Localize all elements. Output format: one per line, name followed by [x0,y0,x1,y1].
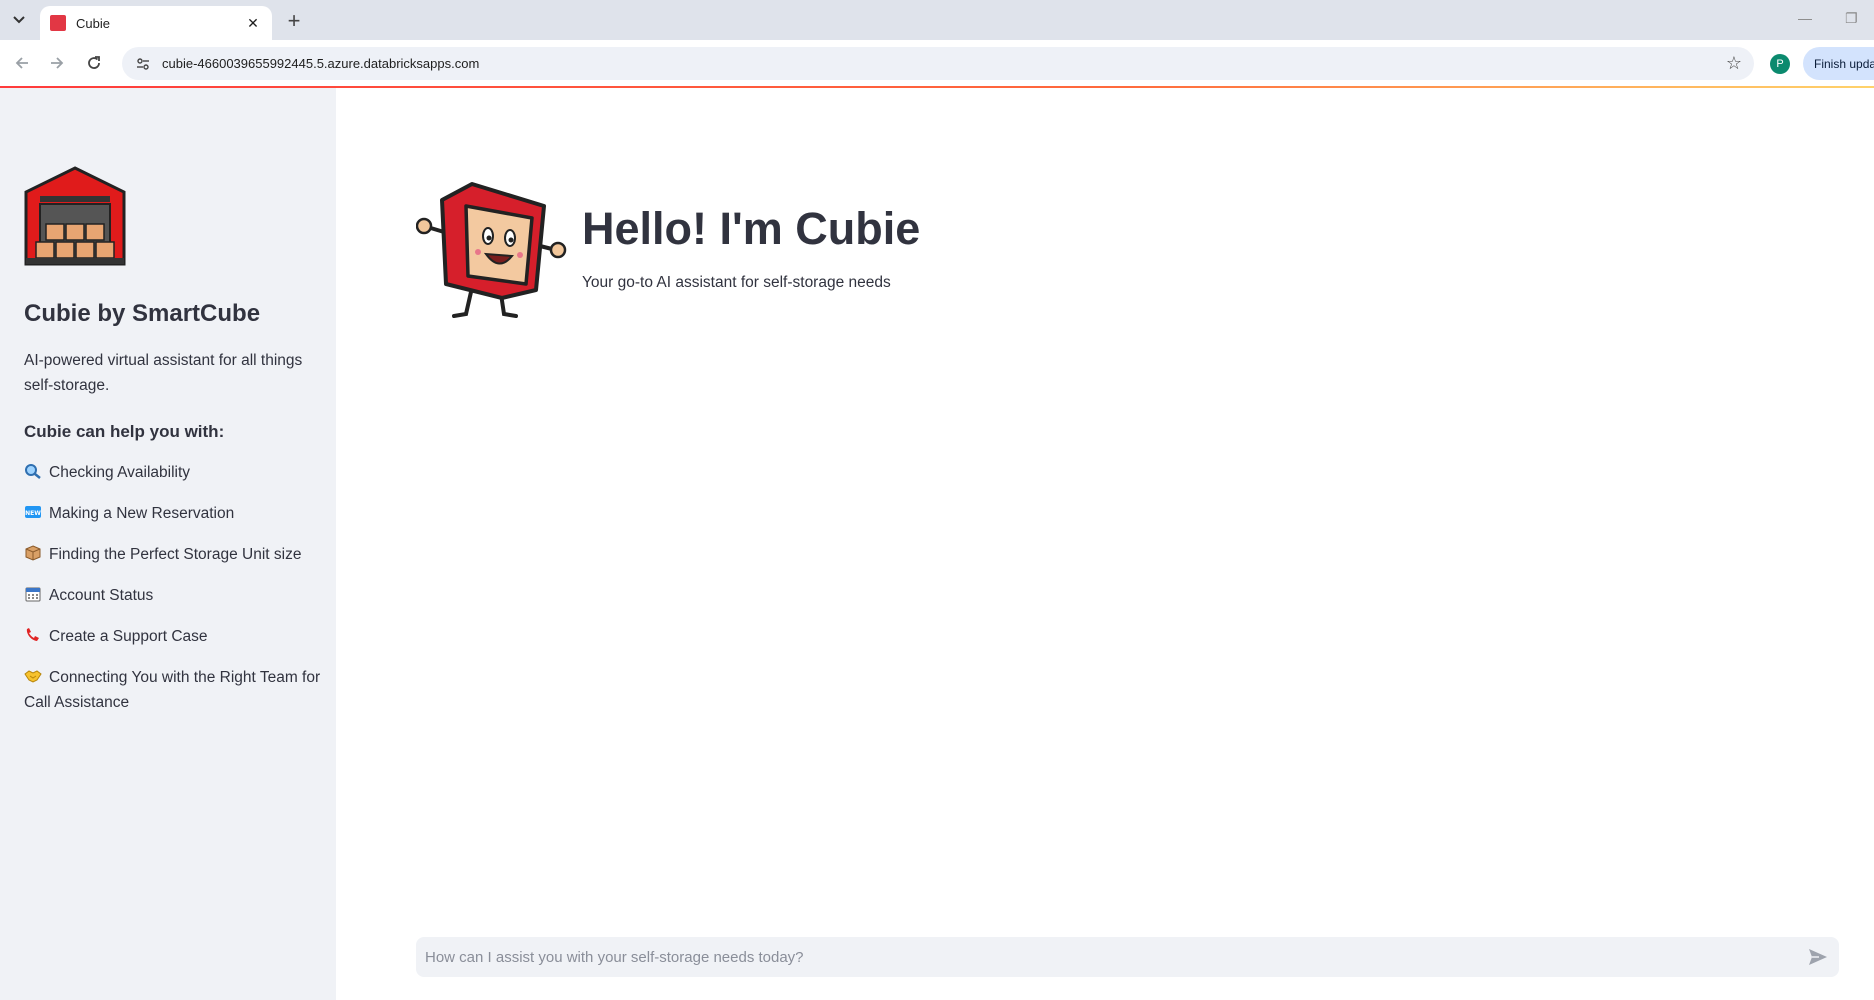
page-title: Hello! I'm Cubie [582,203,921,254]
chat-input[interactable] [425,948,1795,966]
capability-label: Making a New Reservation [49,505,235,522]
forward-button[interactable] [46,52,68,74]
close-tab-icon[interactable]: ✕ [244,15,262,32]
capability-label: Finding the Perfect Storage Unit size [49,546,302,563]
reload-icon [88,56,100,69]
arrow-right-icon [51,57,64,69]
capability-item-availability: Checking Availability [24,460,324,485]
capability-item-reservation: NEW Making a New Reservation [24,501,324,526]
site-info-icon[interactable] [134,55,152,73]
profile-avatar[interactable]: P [1770,54,1790,74]
arrow-left-icon [15,57,28,69]
tab-search-button[interactable] [6,8,32,32]
reload-button[interactable] [83,52,105,74]
chevron-down-icon [13,16,25,24]
capability-label: Checking Availability [49,464,191,481]
phone-icon [26,628,39,641]
calendar-icon [25,587,41,602]
browser-tab[interactable]: Cubie ✕ [40,6,272,40]
svg-text:NEW: NEW [25,510,41,517]
sidebar-title: Cubie by SmartCube [24,300,261,327]
tab-title: Cubie [76,15,110,31]
page-subtitle: Your go-to AI assistant for self-storage… [582,274,891,291]
address-bar[interactable]: cubie-4660039655992445.5.azure.databrick… [122,47,1754,80]
sidebar-description: AI-powered virtual assistant for all thi… [24,352,303,394]
warehouse-logo-icon [24,166,126,266]
cubie-mascot-icon [416,182,567,318]
send-icon[interactable] [1807,947,1829,967]
capability-item-account-status: Account Status [24,583,324,608]
browser-tab-strip: Cubie ✕ + — ❐ [0,0,1874,40]
chat-input-container [416,937,1839,977]
capability-label: Connecting You with the Right Team for C… [24,669,321,711]
main-content: Hello! I'm Cubie Your go-to AI assistant… [336,88,1874,1000]
capability-label: Create a Support Case [49,628,208,645]
magnifier-icon [25,464,41,479]
handshake-icon [24,670,42,683]
capability-item-support-case: Create a Support Case [24,624,324,649]
new-badge-icon: NEW [25,506,41,518]
back-button[interactable] [11,52,33,74]
sidebar: Cubie by SmartCube AI-powered virtual as… [0,88,336,1000]
help-heading: Cubie can help you with: [24,422,225,441]
capability-item-unit-size: Finding the Perfect Storage Unit size [24,542,324,567]
new-tab-button[interactable]: + [282,8,306,33]
minimize-icon[interactable]: — [1798,10,1812,26]
restore-icon[interactable]: ❐ [1845,10,1858,27]
capability-item-call-assistance: Connecting You with the Right Team for C… [24,665,324,715]
browser-toolbar: cubie-4660039655992445.5.azure.databrick… [0,40,1874,86]
finish-update-button[interactable]: Finish update [1803,47,1874,80]
package-icon [25,545,41,561]
cubie-favicon-icon [50,15,66,31]
bookmark-star-icon[interactable]: ☆ [1726,53,1742,74]
url-text: cubie-4660039655992445.5.azure.databrick… [162,56,480,71]
capability-label: Account Status [49,587,154,604]
capability-list: Checking Availability NEW Making a New R… [24,460,324,731]
